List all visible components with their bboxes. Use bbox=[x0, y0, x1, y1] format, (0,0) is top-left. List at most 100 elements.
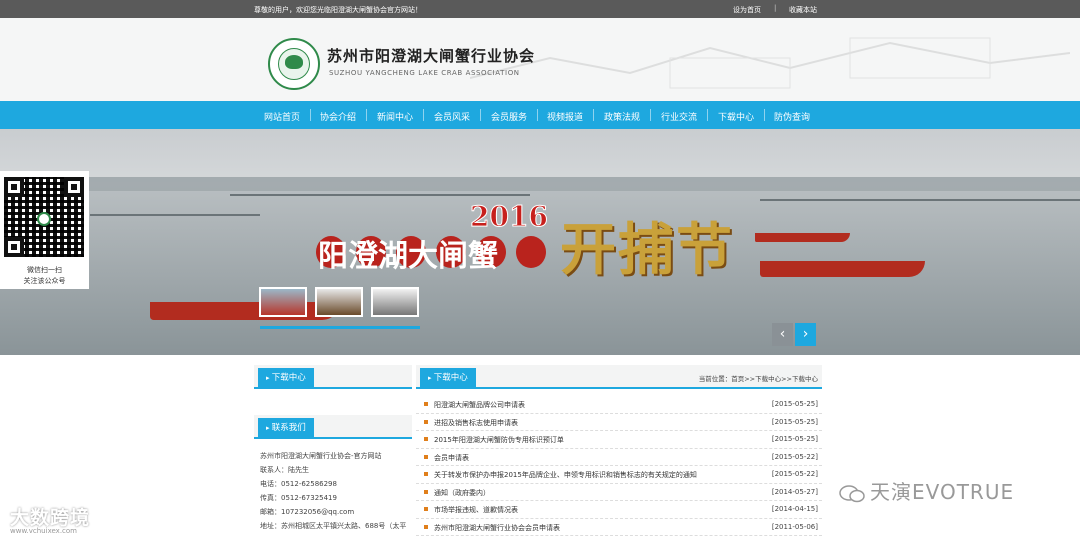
list-item-title[interactable]: 进招及销售标志使用申请表 bbox=[434, 418, 518, 428]
download-list-header: 下载中心 当前位置：首页>>下载中心>>下载中心 bbox=[416, 365, 822, 389]
banner-year: 2016 bbox=[470, 200, 549, 234]
list-item[interactable]: 会员申请表 [2015-05-22] bbox=[416, 449, 822, 466]
nav-divider bbox=[366, 109, 367, 121]
qr-caption-line2: 关注该公众号 bbox=[23, 277, 66, 285]
bullet-icon bbox=[424, 437, 428, 441]
chevron-left-icon[interactable]: ‹ bbox=[772, 323, 793, 346]
banner-active-indicator bbox=[260, 326, 420, 329]
list-item-date: [2015-05-22] bbox=[771, 452, 818, 461]
list-item-title[interactable]: 市场举报违规、道歉情况表 bbox=[434, 505, 518, 515]
banner-thumbnail-1[interactable] bbox=[259, 287, 307, 317]
banner-boat bbox=[755, 233, 850, 242]
banner-thumbnail-3[interactable] bbox=[371, 287, 419, 317]
nav-divider bbox=[423, 109, 424, 121]
nav-divider bbox=[707, 109, 708, 121]
list-item[interactable]: 关于转发市保护办申报2015年品牌企业、申领专用标识和销售标志的有关规定的通知 [… bbox=[416, 466, 822, 484]
contact-phone: 电话：0512-62586298 bbox=[260, 480, 337, 488]
contact-fax: 传真：0512-67325419 bbox=[260, 494, 337, 502]
nav-about[interactable]: 协会介绍 bbox=[320, 110, 356, 123]
watermark-left-url: www.vchuixex.com bbox=[10, 527, 77, 535]
nav-divider bbox=[537, 109, 538, 121]
banner-fishing-net bbox=[230, 194, 530, 196]
nav-divider bbox=[593, 109, 594, 121]
bullet-icon bbox=[424, 507, 428, 511]
download-list-title[interactable]: 下载中心 bbox=[420, 368, 476, 389]
list-item[interactable]: 市场举报违规、道歉情况表 [2014-04-15] bbox=[416, 501, 822, 519]
wechat-icon bbox=[839, 484, 865, 502]
header-background-scenery bbox=[470, 37, 1070, 89]
site-header: 苏州市阳澄湖大闸蟹行业协会 SUZHOU YANGCHENG LAKE CRAB… bbox=[0, 18, 1080, 101]
nav-exchange[interactable]: 行业交流 bbox=[661, 110, 697, 123]
watermark-right-text: 天演EVOTRUE bbox=[870, 480, 1015, 504]
list-item-title[interactable]: 会员申请表 bbox=[434, 453, 469, 463]
bullet-icon bbox=[424, 524, 428, 529]
nav-divider bbox=[764, 109, 765, 121]
list-item-title[interactable]: 2015年阳澄湖大闸蟹防伪专用标识预订单 bbox=[434, 435, 564, 445]
contact-box-header: 联系我们 bbox=[254, 415, 412, 439]
banner-fishing-net bbox=[760, 199, 1080, 201]
brand-name-en: SUZHOU YANGCHENG LAKE CRAB ASSOCIATION bbox=[329, 69, 520, 77]
add-favorite-link[interactable]: 收藏本站 bbox=[789, 5, 817, 15]
contact-box-title[interactable]: 联系我们 bbox=[258, 418, 314, 439]
list-item-title[interactable]: 阳澄湖大闸蟹品牌公司申请表 bbox=[434, 400, 525, 410]
list-item[interactable]: 通知（政府委内） [2014-05-27] bbox=[416, 484, 822, 501]
contact-site: 苏州市阳澄湖大闸蟹行业协会-官方网站 bbox=[260, 452, 382, 460]
list-item-date: [2015-05-25] bbox=[771, 435, 818, 443]
banner-fishing-net bbox=[90, 214, 260, 216]
banner-thumbnail-2[interactable] bbox=[315, 287, 363, 317]
banner-horizon bbox=[80, 177, 1080, 191]
list-item-date: [2014-05-27] bbox=[771, 487, 818, 496]
hero-banner[interactable]: 2016 阳澄湖大闸蟹 开捕节 ‹ › bbox=[0, 129, 1080, 355]
nav-news[interactable]: 新闻中心 bbox=[377, 110, 413, 123]
contact-person: 联系人：陆先生 bbox=[260, 466, 309, 474]
main-nav: 网站首页 协会介绍 新闻中心 会员风采 会员服务 视频报道 政策法规 行业交流 … bbox=[0, 101, 1080, 129]
bullet-icon bbox=[424, 402, 428, 406]
nav-divider bbox=[310, 109, 311, 121]
nav-video[interactable]: 视频报道 bbox=[547, 110, 583, 123]
bullet-icon bbox=[424, 489, 428, 494]
list-item[interactable]: 2015年阳澄湖大闸蟹防伪专用标识预订单 [2015-05-25] bbox=[416, 431, 822, 449]
list-item[interactable]: 阳澄湖大闸蟹品牌公司申请表 [2015-05-25] bbox=[416, 396, 822, 414]
list-item-title[interactable]: 苏州市阳澄湖大闸蟹行业协会会员申请表 bbox=[434, 523, 560, 533]
association-logo-icon[interactable] bbox=[268, 38, 320, 90]
welcome-text: 尊敬的用户，欢迎您光临阳澄湖大闸蟹协会官方网站！ bbox=[254, 6, 422, 14]
nav-anti-counterfeit[interactable]: 防伪查询 bbox=[774, 110, 810, 123]
contact-email[interactable]: 邮箱：107232056@qq.com bbox=[260, 507, 354, 517]
list-item-date: [2015-05-25] bbox=[771, 417, 818, 426]
banner-title-main: 阳澄湖大闸蟹 bbox=[318, 239, 498, 274]
set-home-link[interactable]: 设为首页 bbox=[733, 5, 761, 15]
top-bar: 尊敬的用户，欢迎您光临阳澄湖大闸蟹协会官方网站！ 设为首页 | 收藏本站 bbox=[0, 0, 1080, 18]
nav-downloads[interactable]: 下载中心 bbox=[718, 110, 754, 123]
list-item-date: [2011-05-06] bbox=[771, 522, 818, 531]
banner-boat bbox=[760, 261, 925, 277]
breadcrumb: 当前位置：首页>>下载中心>>下载中心 bbox=[698, 375, 818, 383]
watermark-left: 大数跨境 www.vchuixex.com bbox=[10, 503, 91, 535]
watermark-right: 天演EVOTRUE bbox=[838, 476, 1014, 505]
nav-member-services[interactable]: 会员服务 bbox=[491, 110, 527, 123]
list-item[interactable]: 苏州市阳澄湖大闸蟹行业协会会员申请表 [2011-05-06] bbox=[416, 519, 822, 536]
chevron-right-icon[interactable]: › bbox=[795, 323, 816, 346]
list-item-title[interactable]: 通知（政府委内） bbox=[434, 488, 490, 498]
bullet-icon bbox=[424, 472, 428, 476]
nav-divider bbox=[480, 109, 481, 121]
watermark-left-text: 大数跨境 bbox=[10, 507, 91, 529]
topbar-separator: | bbox=[774, 4, 777, 12]
list-item-date: [2015-05-25] bbox=[771, 400, 818, 408]
banner-thumbnails bbox=[259, 287, 429, 329]
banner-title-script: 开捕节 bbox=[560, 217, 734, 283]
list-item-date: [2014-04-15] bbox=[771, 505, 818, 513]
list-item[interactable]: 进招及销售标志使用申请表 [2015-05-25] bbox=[416, 414, 822, 431]
download-box-title[interactable]: 下载中心 bbox=[258, 368, 314, 389]
nav-divider bbox=[650, 109, 651, 121]
qr-panel: 微信扫一扫 关注该公众号 bbox=[0, 171, 89, 289]
download-box-header: 下载中心 bbox=[254, 365, 412, 389]
qr-code-icon bbox=[4, 177, 84, 257]
list-item-date: [2015-05-22] bbox=[771, 470, 818, 478]
nav-members[interactable]: 会员风采 bbox=[434, 110, 470, 123]
brand-name-cn: 苏州市阳澄湖大闸蟹行业协会 bbox=[327, 47, 536, 65]
list-item-title[interactable]: 关于转发市保护办申报2015年品牌企业、申领专用标识和销售标志的有关规定的通知 bbox=[434, 470, 697, 480]
nav-policy[interactable]: 政策法规 bbox=[604, 110, 640, 123]
nav-home[interactable]: 网站首页 bbox=[264, 110, 300, 123]
bullet-icon bbox=[424, 419, 428, 424]
contact-address: 地址：苏州相城区太平镇兴太路、688号（太平 bbox=[260, 522, 407, 530]
